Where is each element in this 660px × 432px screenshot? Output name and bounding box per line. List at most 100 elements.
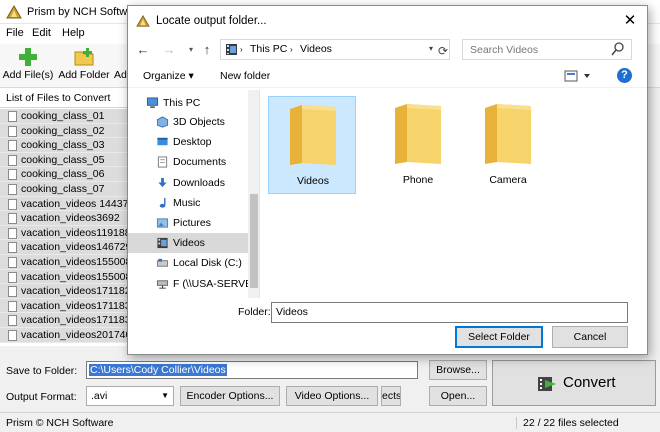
video-file-icon <box>8 242 17 254</box>
output-format-value: .avi <box>91 390 108 402</box>
prism-logo-icon <box>6 5 22 19</box>
menu-edit[interactable]: Edit <box>32 27 51 39</box>
add-files-button[interactable]: Add File(s) <box>2 46 54 86</box>
video-file-icon <box>8 125 17 137</box>
video-file-icon <box>8 184 17 195</box>
folder-view: Videos Phone Camera <box>262 90 646 298</box>
file-name: vacation_videos1711831 <box>21 314 137 327</box>
breadcrumb-separator: › <box>240 45 243 54</box>
folder-item-videos[interactable]: Videos <box>268 96 356 194</box>
file-list-row[interactable]: vacation_videos1467290 <box>0 240 137 255</box>
add-folder-label: Add Folder <box>58 69 110 81</box>
select-folder-button[interactable]: Select Folder <box>455 326 543 348</box>
breadcrumb-this-pc[interactable]: This PC <box>250 43 287 55</box>
pc-icon <box>146 97 159 109</box>
file-list-row[interactable]: cooking_class_06 <box>0 167 128 182</box>
folder-name-value: Videos <box>276 306 308 318</box>
nav-item-label: Videos <box>173 237 205 250</box>
convert-button[interactable]: Convert <box>492 360 656 406</box>
open-button[interactable]: Open... <box>429 386 487 406</box>
search-input[interactable]: Search Videos <box>462 39 632 60</box>
app-title: Prism by NCH Software <box>27 6 144 18</box>
music-icon <box>159 197 166 208</box>
file-list-row[interactable]: cooking_class_07 <box>0 182 128 197</box>
file-list-row[interactable]: cooking_class_03 <box>0 138 128 153</box>
file-list-row[interactable]: vacation_videos1711829 <box>0 284 136 299</box>
nav-item-downloads[interactable]: Downloads <box>128 173 248 193</box>
folder-item-phone[interactable]: Phone <box>374 96 462 194</box>
file-list-panel: List of Files to Convert cooking_class_0… <box>0 88 140 346</box>
nav-item-local-disk-c[interactable]: Local Disk (C:) <box>128 253 248 273</box>
file-list-row[interactable]: cooking_class_05 <box>0 152 128 168</box>
video-options-button[interactable]: Video Options... <box>286 386 378 406</box>
folder-name-input[interactable]: Videos <box>271 302 628 323</box>
folder-item-label: Phone <box>402 174 434 186</box>
file-list-row[interactable]: cooking_class_02 <box>0 123 128 139</box>
nav-item-this-pc[interactable]: This PC <box>128 93 248 113</box>
file-list-row[interactable]: vacation_videos1550080 <box>0 255 137 270</box>
prism-logo-icon <box>136 15 150 27</box>
file-name: cooking_class_06 <box>21 168 105 181</box>
video-file-icon <box>8 198 17 210</box>
cancel-button[interactable]: Cancel <box>552 326 628 348</box>
nav-item-desktop[interactable]: Desktop <box>128 132 248 152</box>
video-file-icon <box>8 213 17 225</box>
forward-arrow-icon[interactable]: → <box>162 42 176 58</box>
video-file-icon <box>8 111 17 122</box>
new-folder-button[interactable]: New folder <box>220 70 270 82</box>
command-bar: Organize ▾ New folder ? <box>128 64 647 88</box>
back-arrow-icon[interactable]: ← <box>136 42 150 58</box>
menu-file[interactable]: File <box>6 27 24 39</box>
chevron-down-icon: ▼ <box>161 391 169 400</box>
file-list-row[interactable]: vacation_videos1550083 <box>0 269 137 285</box>
nav-item-3d-objects[interactable]: 3D Objects <box>128 112 248 132</box>
file-list-row[interactable]: vacation_videos1711830 <box>0 298 136 314</box>
dialog-navigation-bar: ← → ▾ ↑ › This PC › Videos ▾ ⟳ Search Vi… <box>128 36 647 64</box>
folder-label: Folder: <box>238 306 271 318</box>
up-arrow-icon[interactable]: ↑ <box>200 42 214 58</box>
folder-item-camera[interactable]: Camera <box>464 96 552 194</box>
file-list-row[interactable]: vacation_videos1711831 <box>0 313 136 328</box>
help-icon[interactable]: ? <box>617 68 632 83</box>
scrollbar-thumb[interactable] <box>250 194 258 288</box>
breadcrumb-videos[interactable]: Videos <box>300 43 332 55</box>
file-name: cooking_class_02 <box>21 124 105 137</box>
menu-help[interactable]: Help <box>62 27 85 39</box>
file-list-row[interactable]: vacation_videos1191880 <box>0 225 136 241</box>
nav-item-music[interactable]: Music <box>128 193 248 213</box>
desktop-icon <box>157 138 168 146</box>
nav-item-f-usa-server[interactable]: F (\\USA-SERVER <box>128 274 259 294</box>
view-options-icon[interactable] <box>564 69 592 83</box>
output-format-select[interactable]: .avi ▼ <box>86 386 174 406</box>
organize-menu[interactable]: Organize ▾ <box>143 70 194 82</box>
close-icon[interactable]: ✕ <box>622 13 638 29</box>
folder-icon <box>290 105 336 165</box>
pictures-icon <box>156 218 169 228</box>
add-folder-button[interactable]: Add Folder <box>57 46 111 86</box>
folder-icon <box>395 104 441 164</box>
nav-item-videos[interactable]: Videos <box>128 233 248 254</box>
address-bar[interactable]: › This PC › Videos ▾ <box>220 39 450 60</box>
file-name: vacation_videos1191880 <box>21 226 137 239</box>
video-file-icon <box>8 271 17 283</box>
recent-locations-chevron-icon[interactable]: ▾ <box>184 45 198 61</box>
navigation-scrollbar[interactable] <box>248 90 259 298</box>
address-dropdown-icon[interactable]: ▾ <box>429 44 433 53</box>
file-list-row[interactable]: vacation_videos 1443719 <box>0 196 140 212</box>
file-name: vacation_videos 1443719 <box>21 197 141 210</box>
file-list-row[interactable]: cooking_class_01 <box>0 109 128 124</box>
refresh-icon[interactable]: ⟳ <box>438 44 452 58</box>
file-list-row[interactable]: vacation_videos2017401 <box>0 328 137 343</box>
encoder-options-button[interactable]: Encoder Options... <box>180 386 280 406</box>
effects-button[interactable]: ects <box>381 386 401 406</box>
browse-button[interactable]: Browse... <box>429 360 487 380</box>
video-file-icon <box>8 169 17 181</box>
nav-item-label: Desktop <box>173 136 212 149</box>
nav-item-pictures[interactable]: Pictures <box>128 213 248 233</box>
save-folder-input[interactable]: C:\Users\Cody Collier\Videos <box>86 361 418 379</box>
file-list-row[interactable]: vacation_videos3692 <box>0 211 128 226</box>
nav-item-label: This PC <box>163 97 201 109</box>
status-bar: Prism © NCH Software 22 / 22 files selec… <box>0 412 660 432</box>
toolbar-button-partial[interactable]: Ad <box>114 46 128 86</box>
nav-item-documents[interactable]: Documents <box>128 152 248 172</box>
